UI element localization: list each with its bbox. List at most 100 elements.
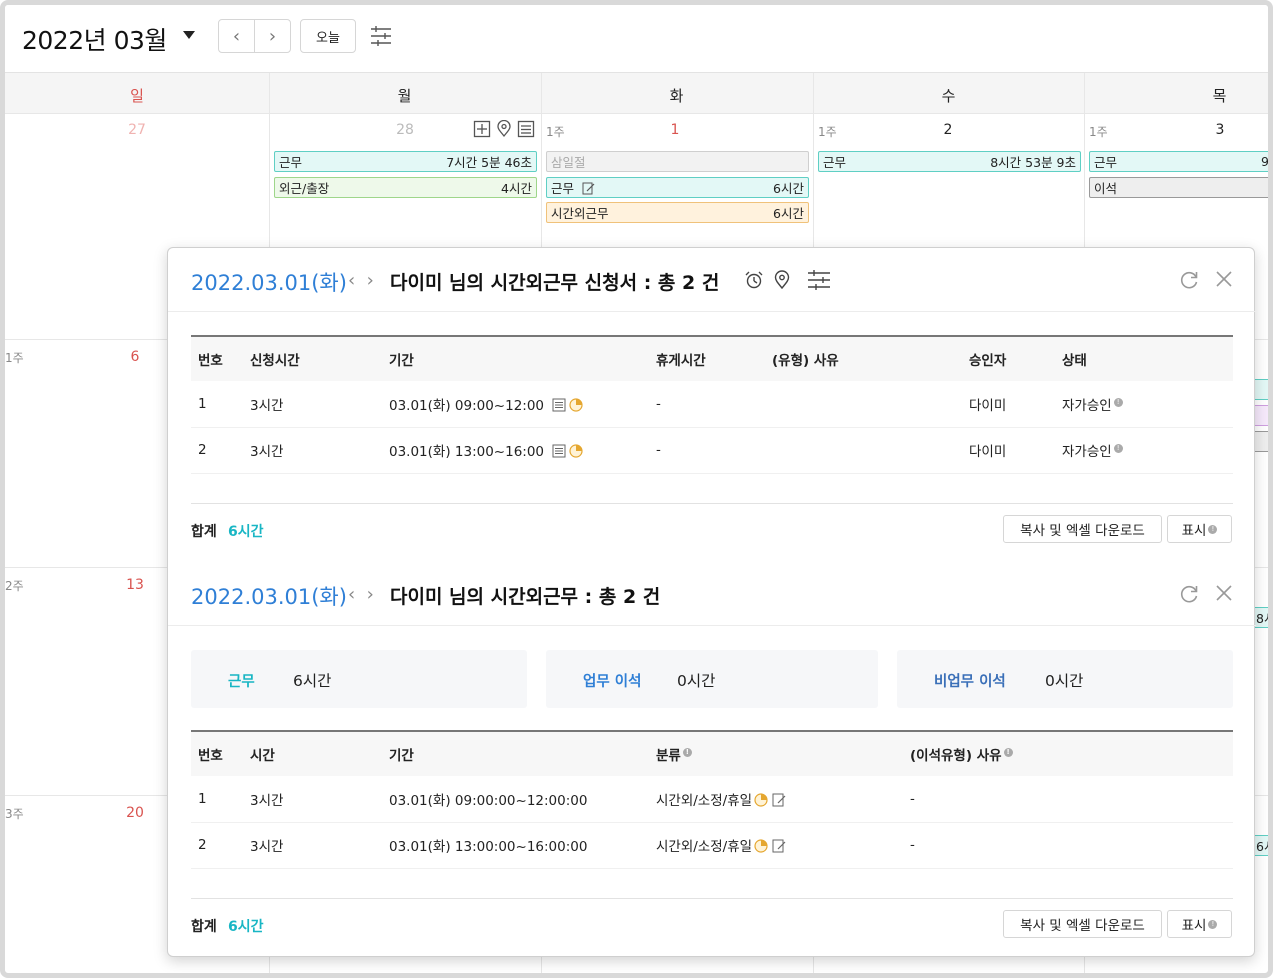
cell-period: 03.01(화) 13:00~16:00	[382, 427, 649, 473]
section-header: 2022.03.01(화) ‹ › 다이미 님의 시간외근무 : 총 2 건	[168, 562, 1256, 626]
weekday-wed: 수	[941, 87, 956, 105]
stat-nonbusiness-away: 비업무 이석 0시간	[897, 650, 1233, 708]
add-box-icon[interactable]	[473, 120, 491, 138]
location-pin-icon[interactable]	[495, 120, 513, 138]
weekday-thu: 목	[1212, 87, 1227, 105]
event-work[interactable]: 근무 7시간 5분 46초	[274, 151, 537, 172]
event-label: 근무	[823, 155, 847, 170]
column-header: (이석유형) 사유!	[903, 731, 1233, 776]
next-day-button[interactable]: ›	[367, 584, 374, 605]
clock-pie-icon[interactable]	[569, 444, 583, 458]
info-icon[interactable]: !	[1113, 397, 1123, 407]
memo-icon[interactable]	[517, 120, 535, 138]
filter-settings-icon[interactable]	[369, 25, 393, 47]
event-holiday[interactable]: 삼일절	[546, 151, 809, 172]
event-work[interactable]: 근무 8시간 53분 9초	[818, 151, 1081, 172]
refresh-icon[interactable]	[1178, 583, 1200, 605]
month-nav: ‹ ›	[218, 19, 291, 53]
event-time: 8시간 53분 9초	[990, 155, 1076, 170]
edit-note-icon[interactable]	[772, 793, 786, 807]
event-time: 8시	[1256, 611, 1268, 626]
clock-pie-icon[interactable]	[754, 839, 768, 853]
event-overtime[interactable]: 시간외근무 6시간	[546, 202, 809, 223]
event-outside-work[interactable]: 외근/출장 4시간	[274, 177, 537, 198]
table-row[interactable]: 2 3시간 03.01(화) 13:00:00~16:00:00 시간외/소정/…	[191, 822, 1233, 868]
week-number: 1주	[5, 351, 24, 365]
total-value: 6시간	[228, 919, 264, 935]
event-work[interactable]: 근무 9	[1089, 151, 1269, 172]
cell-period: 03.01(화) 09:00:00~12:00:00	[389, 792, 588, 809]
section-date[interactable]: 2022.03.01(화)	[191, 267, 347, 297]
event-label: 이석	[1094, 181, 1118, 196]
memo-icon[interactable]	[552, 444, 566, 458]
event-away[interactable]: 이석	[1089, 177, 1268, 198]
total-label: 합계	[191, 919, 217, 935]
date-cell[interactable]: 3	[1200, 122, 1240, 138]
table-row[interactable]: 1 3시간 03.01(화) 09:00~12:00 - 다이미 자가승인!	[191, 381, 1233, 427]
prev-month-button[interactable]: ‹	[219, 20, 254, 52]
close-icon[interactable]	[1214, 269, 1234, 289]
memo-icon[interactable]	[552, 398, 566, 412]
app-frame: 2022년 03월 ‹ › 오늘 일 월 화 수 목 27 28 1주 1 1주…	[0, 0, 1273, 978]
display-options-button[interactable]: 표시!	[1167, 515, 1232, 543]
cell-rest-time: -	[656, 442, 661, 458]
date-cell[interactable]: 27	[5, 122, 269, 138]
cell-reason	[765, 427, 962, 473]
cell-reason: -	[910, 837, 915, 853]
date-cell[interactable]: 6	[115, 349, 155, 365]
date-cell[interactable]: 1	[655, 122, 695, 138]
filter-settings-icon[interactable]	[806, 269, 832, 291]
week-number: 1주	[1089, 125, 1108, 139]
edit-note-icon[interactable]	[772, 839, 786, 853]
next-day-button[interactable]: ›	[367, 270, 374, 291]
info-icon[interactable]: !	[1003, 748, 1013, 757]
table-row[interactable]: 1 3시간 03.01(화) 09:00:00~12:00:00 시간외/소정/…	[191, 776, 1233, 822]
column-header: (유형) 사유	[772, 353, 839, 369]
calendar-weekday-header: 일 월 화 수 목	[5, 73, 1268, 114]
section-nav: ‹ ›	[348, 584, 374, 605]
prev-day-button[interactable]: ‹	[348, 270, 355, 291]
event-time: 6시간	[773, 206, 804, 221]
column-header: 번호	[198, 748, 223, 764]
cell-category: 시간외/소정/휴일	[649, 822, 903, 868]
section-title: 다이미 님의 시간외근무 신청서 : 총 2 건	[390, 272, 720, 294]
week-number: 2주	[5, 579, 24, 593]
event-work[interactable]: 근무 6시간	[546, 177, 809, 198]
date-cell[interactable]: 13	[115, 577, 155, 593]
total-value: 6시간	[228, 524, 264, 540]
close-icon[interactable]	[1214, 583, 1234, 603]
refresh-icon[interactable]	[1178, 269, 1200, 291]
section-date[interactable]: 2022.03.01(화)	[191, 581, 347, 611]
cell-no: 1	[198, 395, 207, 412]
alarm-clock-icon[interactable]	[744, 270, 764, 290]
date-cell[interactable]: 28	[375, 122, 435, 138]
info-icon[interactable]: !	[682, 748, 692, 757]
column-header: 휴게시간	[656, 353, 706, 369]
event-time: 9	[1261, 154, 1269, 169]
column-header: 상태	[1062, 353, 1087, 369]
date-cell[interactable]: 20	[115, 805, 155, 821]
weekday-mon: 월	[397, 87, 412, 105]
section-title: 다이미 님의 시간외근무 : 총 2 건	[390, 586, 661, 608]
cell-status: 자가승인!	[1055, 381, 1233, 427]
location-pin-icon[interactable]	[772, 270, 792, 290]
info-icon[interactable]: !	[1113, 444, 1123, 453]
cell-status: 자가승인!	[1055, 427, 1233, 473]
prev-day-button[interactable]: ‹	[348, 584, 355, 605]
display-options-button[interactable]: 표시!	[1167, 910, 1232, 938]
today-button[interactable]: 오늘	[300, 19, 356, 53]
clock-pie-icon[interactable]	[754, 793, 768, 807]
weekday-tue: 화	[669, 87, 684, 105]
date-cell[interactable]: 2	[928, 122, 968, 138]
table-row[interactable]: 2 3시간 03.01(화) 13:00~16:00 - 다이미 자가승인!	[191, 427, 1233, 473]
day-cell-tools	[473, 120, 535, 138]
cell-period: 03.01(화) 09:00~12:00	[382, 381, 649, 427]
clock-pie-icon[interactable]	[569, 398, 583, 412]
copy-excel-download-button[interactable]: 복사 및 엑셀 다운로드	[1003, 910, 1162, 938]
copy-excel-download-button[interactable]: 복사 및 엑셀 다운로드	[1003, 515, 1162, 543]
month-dropdown-icon[interactable]	[183, 31, 195, 39]
column-header: 시간	[250, 748, 275, 764]
stat-label: 업무 이석	[583, 674, 642, 690]
calendar-toolbar: 2022년 03월 ‹ › 오늘	[5, 5, 1268, 73]
next-month-button[interactable]: ›	[254, 20, 290, 52]
